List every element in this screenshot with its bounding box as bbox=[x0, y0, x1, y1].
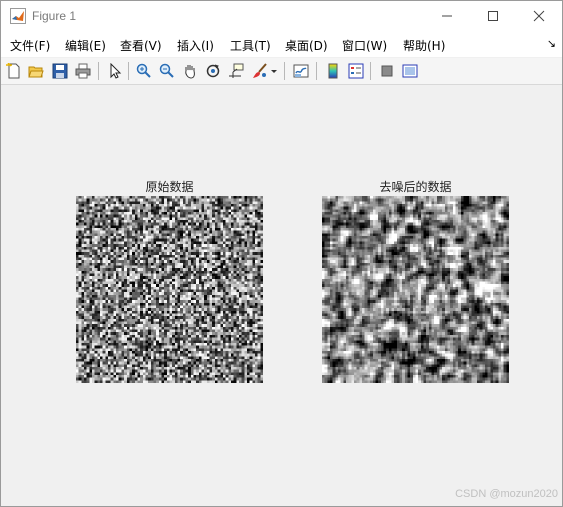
window-title: Figure 1 bbox=[32, 9, 77, 23]
open-file-button[interactable] bbox=[26, 61, 46, 81]
show-plot-tools-button[interactable] bbox=[400, 61, 420, 81]
zoom-in-button[interactable] bbox=[134, 61, 154, 81]
zoom-out-icon bbox=[159, 63, 174, 78]
menu-tools[interactable]: 工具(T) bbox=[230, 37, 271, 54]
brush-dropdown-button[interactable] bbox=[269, 61, 279, 81]
menu-window[interactable]: 窗口(W) bbox=[342, 37, 387, 54]
menu-insert[interactable]: 插入(I) bbox=[177, 37, 214, 54]
select-pointer-icon bbox=[110, 63, 122, 79]
toolbar-separator bbox=[98, 62, 99, 80]
original-data-image[interactable] bbox=[76, 196, 263, 383]
toolbar-separator bbox=[128, 62, 129, 80]
denoised-data-image[interactable] bbox=[322, 196, 509, 383]
minimize-icon bbox=[442, 15, 452, 17]
link-plot-button[interactable] bbox=[291, 61, 311, 81]
pan-button[interactable] bbox=[180, 61, 200, 81]
link-plot-icon bbox=[293, 64, 309, 78]
save-icon bbox=[52, 63, 68, 79]
save-button[interactable] bbox=[50, 61, 70, 81]
right-plot-title: 去噪后的数据 bbox=[379, 180, 452, 194]
maximize-icon bbox=[488, 11, 498, 21]
menu-edit[interactable]: 编辑(E) bbox=[65, 37, 106, 54]
hide-plot-tools-button[interactable] bbox=[377, 61, 397, 81]
toolbar-separator bbox=[316, 62, 317, 80]
watermark-text: CSDN @mozun2020 bbox=[455, 488, 558, 500]
colorbar-button[interactable] bbox=[323, 61, 343, 81]
brush-icon bbox=[253, 63, 267, 78]
hide-plot-tools-icon bbox=[381, 65, 393, 77]
rotate-3d-icon bbox=[206, 64, 220, 78]
close-button[interactable] bbox=[516, 1, 562, 31]
menu-bar: 文件(F) 编辑(E) 查看(V) 插入(I) 工具(T) 桌面(D) 窗口(W… bbox=[1, 31, 562, 57]
figure-window: Figure 1 文件(F) 编辑(E) 查看(V) 插入(I) 工具(T) 桌… bbox=[0, 0, 563, 507]
left-plot-title: 原始数据 bbox=[145, 180, 194, 194]
show-plot-tools-icon bbox=[402, 64, 418, 78]
data-cursor-button[interactable] bbox=[226, 61, 246, 81]
menu-help[interactable]: 帮助(H) bbox=[403, 37, 445, 54]
menu-file[interactable]: 文件(F) bbox=[10, 37, 50, 54]
colorbar-icon bbox=[328, 63, 338, 79]
maximize-button[interactable] bbox=[470, 1, 516, 31]
minimize-button[interactable] bbox=[424, 1, 470, 31]
matlab-logo-icon bbox=[10, 8, 26, 24]
toolbar-separator bbox=[284, 62, 285, 80]
select-button[interactable] bbox=[105, 61, 125, 81]
title-bar[interactable]: Figure 1 bbox=[1, 1, 562, 31]
zoom-out-button[interactable] bbox=[157, 61, 177, 81]
rotate-3d-button[interactable] bbox=[203, 61, 223, 81]
open-file-icon bbox=[28, 66, 44, 78]
print-button[interactable] bbox=[73, 61, 93, 81]
toolbar-separator bbox=[370, 62, 371, 80]
legend-button[interactable] bbox=[346, 61, 366, 81]
zoom-in-icon bbox=[136, 63, 151, 78]
menu-view[interactable]: 查看(V) bbox=[120, 37, 162, 54]
brush-button[interactable] bbox=[250, 61, 270, 81]
figure-toolbar bbox=[1, 58, 562, 85]
legend-icon bbox=[348, 63, 364, 79]
menu-desktop[interactable]: 桌面(D) bbox=[285, 37, 328, 54]
brush-dropdown-icon bbox=[271, 70, 277, 73]
new-figure-icon bbox=[6, 63, 20, 79]
pan-hand-icon bbox=[185, 65, 195, 79]
print-icon bbox=[75, 63, 91, 79]
data-cursor-icon bbox=[229, 63, 244, 78]
close-icon bbox=[533, 10, 545, 22]
menu-overflow-icon[interactable]: ↘ bbox=[547, 37, 556, 50]
new-figure-button[interactable] bbox=[4, 61, 24, 81]
